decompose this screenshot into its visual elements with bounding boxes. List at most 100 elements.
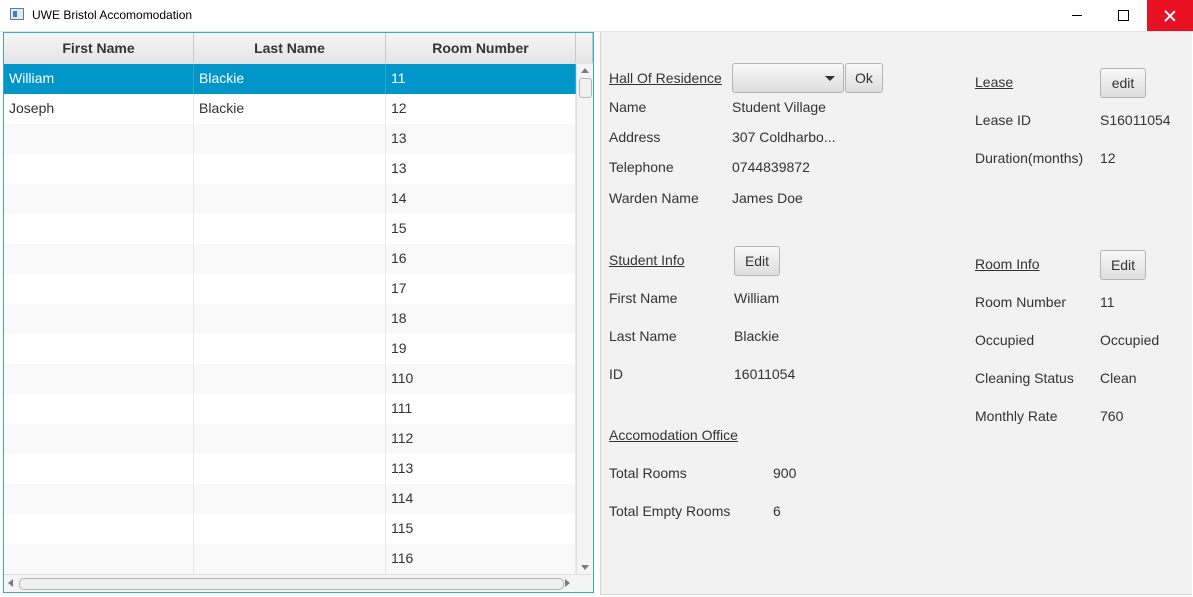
scroll-right-icon[interactable] — [565, 579, 570, 587]
cell-room-number: 115 — [386, 514, 576, 544]
cell-last-name — [194, 214, 386, 244]
hall-name-value: Student Village — [732, 99, 826, 115]
room-number-label: Room Number — [975, 294, 1067, 310]
column-header-room-number[interactable]: Room Number — [386, 33, 576, 63]
horizontal-scrollbar[interactable] — [4, 574, 593, 592]
cell-last-name — [194, 274, 386, 304]
cell-room-number: 19 — [386, 334, 576, 364]
table-row[interactable]: Joseph Blackie 12 — [4, 94, 576, 124]
lease-duration-value: 12 — [1100, 150, 1116, 166]
student-edit-button[interactable]: Edit — [734, 246, 780, 276]
cell-last-name — [194, 394, 386, 424]
student-first-value: William — [734, 290, 780, 306]
details-panel: Hall Of Residence Ok Name Student Villag… — [600, 32, 1192, 595]
cell-last-name — [194, 154, 386, 184]
cell-room-number: 112 — [386, 424, 576, 454]
cell-first-name — [4, 364, 194, 394]
office-total-value: 900 — [773, 465, 797, 481]
table-row[interactable]: 13 — [4, 124, 576, 154]
cell-room-number: 110 — [386, 364, 576, 394]
cell-room-number: 14 — [386, 184, 576, 214]
vertical-scrollbar[interactable] — [576, 64, 593, 574]
table-row[interactable]: 16 — [4, 244, 576, 274]
room-edit-button[interactable]: Edit — [1100, 250, 1146, 280]
minimize-button[interactable] — [1054, 0, 1100, 31]
cell-first-name — [4, 214, 194, 244]
cell-first-name — [4, 334, 194, 364]
cell-room-number: 111 — [386, 394, 576, 424]
header-corner — [576, 33, 593, 63]
table-row[interactable]: 112 — [4, 424, 576, 454]
room-rate-label: Monthly Rate — [975, 408, 1058, 424]
cell-last-name — [194, 514, 386, 544]
room-cleaning-label: Cleaning Status — [975, 370, 1074, 386]
cell-last-name — [194, 124, 386, 154]
table-row[interactable]: 19 — [4, 334, 576, 364]
cell-room-number: 116 — [386, 544, 576, 574]
cell-last-name — [194, 364, 386, 394]
cell-last-name — [194, 244, 386, 274]
student-id-value: 16011054 — [734, 366, 796, 382]
scroll-left-icon[interactable] — [8, 579, 13, 587]
vertical-scroll-thumb[interactable] — [579, 78, 592, 98]
table-row[interactable]: 115 — [4, 514, 576, 544]
column-header-last-name[interactable]: Last Name — [194, 33, 386, 63]
hall-address-label: Address — [609, 129, 661, 145]
window-title: UWE Bristol Accomomodation — [32, 8, 193, 22]
scroll-up-icon[interactable] — [581, 68, 589, 73]
table-row[interactable]: 116 — [4, 544, 576, 574]
hall-warden-label: Warden Name — [609, 190, 699, 206]
table-row[interactable]: 15 — [4, 214, 576, 244]
cell-last-name — [194, 454, 386, 484]
table-row[interactable]: 17 — [4, 274, 576, 304]
title-bar: UWE Bristol Accomomodation — [0, 0, 1193, 32]
maximize-button[interactable] — [1100, 0, 1146, 31]
office-heading: Accomodation Office — [609, 427, 738, 443]
table-row[interactable]: 110 — [4, 364, 576, 394]
column-header-first-name[interactable]: First Name — [4, 33, 194, 63]
hall-warden-value: James Doe — [732, 190, 803, 206]
table-row[interactable]: William Blackie 11 — [4, 64, 576, 94]
cell-first-name — [4, 424, 194, 454]
cell-room-number: 114 — [386, 484, 576, 514]
cell-last-name — [194, 544, 386, 574]
room-occupied-value: Occupied — [1100, 332, 1160, 348]
lease-duration-label: Duration(months) — [975, 150, 1084, 166]
cell-room-number: 13 — [386, 154, 576, 184]
room-number-value: 11 — [1100, 294, 1115, 310]
student-last-value: Blackie — [734, 328, 780, 344]
cell-room-number: 12 — [386, 94, 576, 124]
student-last-label: Last Name — [609, 328, 677, 344]
student-heading: Student Info — [609, 252, 685, 268]
table-row[interactable]: 111 — [4, 394, 576, 424]
table-row[interactable]: 18 — [4, 304, 576, 334]
scroll-down-icon[interactable] — [581, 565, 589, 570]
cell-first-name — [4, 394, 194, 424]
table-row[interactable]: 114 — [4, 484, 576, 514]
office-empty-value: 6 — [773, 503, 781, 519]
cell-first-name: William — [4, 64, 194, 94]
lease-edit-button[interactable]: edit — [1100, 68, 1146, 98]
table-row[interactable]: 113 — [4, 454, 576, 484]
table-row[interactable]: 14 — [4, 184, 576, 214]
hall-select[interactable] — [732, 63, 844, 93]
office-total-label: Total Rooms — [609, 465, 687, 481]
cell-last-name — [194, 484, 386, 514]
cell-room-number: 13 — [386, 124, 576, 154]
chevron-down-icon — [825, 76, 835, 81]
hall-ok-button[interactable]: Ok — [845, 63, 883, 93]
close-button[interactable] — [1147, 0, 1193, 31]
residents-table[interactable]: First Name Last Name Room Number William… — [3, 32, 594, 593]
student-id-label: ID — [609, 366, 623, 382]
cell-last-name: Blackie — [194, 94, 386, 124]
lease-id-value: S16011054 — [1100, 112, 1171, 128]
hall-telephone-label: Telephone — [609, 159, 674, 175]
horizontal-scroll-thumb[interactable] — [19, 578, 564, 590]
cell-first-name — [4, 544, 194, 574]
app-icon — [10, 8, 24, 20]
table-row[interactable]: 13 — [4, 154, 576, 184]
cell-room-number: 11 — [386, 64, 576, 94]
office-empty-label: Total Empty Rooms — [609, 503, 731, 519]
hall-address-value: 307 Coldharbo... — [732, 129, 836, 145]
room-cleaning-value: Clean — [1100, 370, 1137, 386]
